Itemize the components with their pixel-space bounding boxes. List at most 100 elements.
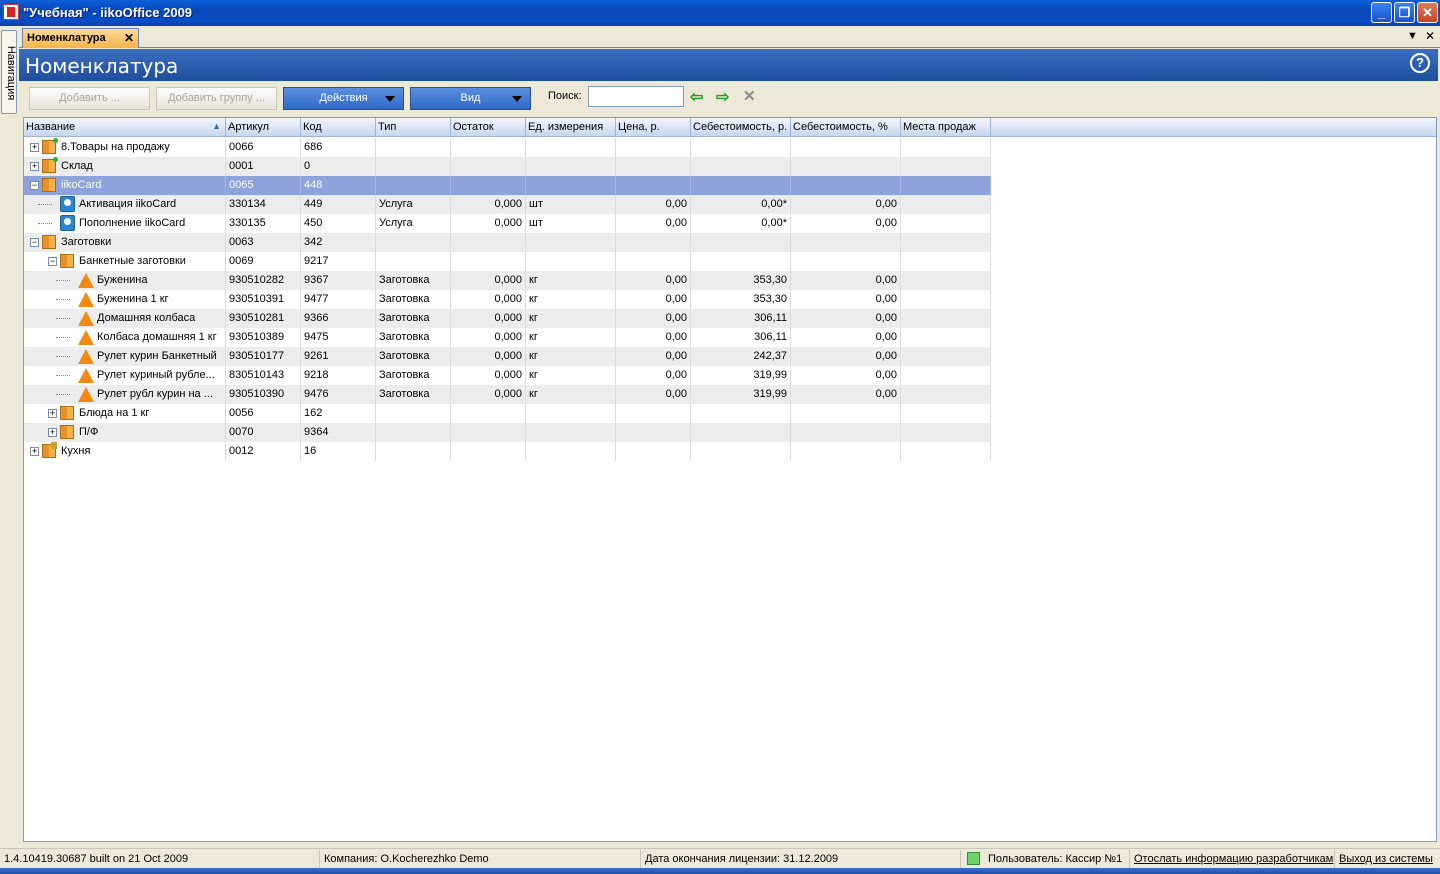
search-input[interactable] <box>588 86 684 107</box>
close-window-button[interactable]: ✕ <box>1417 2 1438 23</box>
collapse-icon[interactable]: − <box>48 257 57 266</box>
license-info: Дата окончания лицензии: 31.12.2009 <box>641 850 961 868</box>
table-row[interactable]: + Кухня 0012 16 <box>24 442 991 461</box>
nomenclature-grid[interactable]: Название ▲ Артикул Код Тип Остаток Ед. измерен… <box>23 117 1437 842</box>
column-header[interactable]: Артикул <box>226 118 301 136</box>
cell-article: 0069 <box>226 252 301 271</box>
app-icon[interactable] <box>3 4 19 20</box>
expand-icon[interactable]: + <box>30 447 39 456</box>
window-title-bar[interactable]: "Учебная" - iikoOffice 2009 _ ❐ ✕ <box>0 0 1440 26</box>
expand-icon[interactable]: + <box>48 428 57 437</box>
table-row[interactable]: Буженина 1 кг 930510391 9477 Заготовка 0,000… <box>24 290 991 309</box>
column-header[interactable]: Код <box>301 118 376 136</box>
help-icon[interactable]: ? <box>1410 53 1430 73</box>
folder-icon <box>42 138 58 154</box>
cell-type <box>376 252 451 271</box>
table-row[interactable]: Домашняя колбаса 930510281 9366 Заготовка 0,… <box>24 309 991 328</box>
logout-link[interactable]: Выход из системы <box>1335 850 1440 868</box>
column-header[interactable]: Себестоимость, % <box>791 118 901 136</box>
cell-stock: 0,000 <box>451 366 526 385</box>
expand-icon[interactable]: + <box>30 162 39 171</box>
column-header[interactable]: Остаток <box>451 118 526 136</box>
column-header[interactable]: Места продаж <box>901 118 991 136</box>
search-next-icon[interactable]: ⇨ <box>716 87 729 107</box>
minimize-button[interactable]: _ <box>1371 2 1392 23</box>
cell-cost-pct: 0,00 <box>791 290 901 309</box>
cell-code: 9475 <box>301 328 376 347</box>
item-name: Рулет рубл курин на ... <box>97 388 213 400</box>
cell-price <box>616 442 691 461</box>
cell-cost <box>691 157 791 176</box>
table-row[interactable]: Буженина 930510282 9367 Заготовка 0,000 кг 0,0… <box>24 271 991 290</box>
cell-article: 930510390 <box>226 385 301 404</box>
table-row[interactable]: + Склад 0001 0 <box>24 157 991 176</box>
item-name: П/Ф <box>79 426 99 438</box>
item-name: Буженина <box>97 274 148 286</box>
cell-cost-pct: 0,00 <box>791 214 901 233</box>
restore-button[interactable]: ❐ <box>1394 2 1415 23</box>
column-header[interactable]: Название ▲ <box>24 118 226 136</box>
cell-unit: кг <box>526 366 616 385</box>
tab-list-dropdown-icon[interactable]: ▼ <box>1407 30 1418 42</box>
clear-search-icon[interactable]: ✕ <box>743 87 756 105</box>
cell-article: 0066 <box>226 138 301 157</box>
table-row[interactable]: Рулет курин Банкетный 930510177 9261 Загото… <box>24 347 991 366</box>
table-row[interactable]: − Заготовки 0063 342 <box>24 233 991 252</box>
item-name: Блюда на 1 кг <box>79 407 150 419</box>
table-row[interactable]: Колбаса домашняя 1 кг 930510389 9475 Загото… <box>24 328 991 347</box>
table-row[interactable]: Активация iikoCard 330134 449 Услуга 0,000 шт… <box>24 195 991 214</box>
tree-connector <box>56 356 70 357</box>
tab-close-icon[interactable]: ✕ <box>124 31 134 45</box>
cell-places <box>901 328 991 347</box>
cell-cost <box>691 233 791 252</box>
cell-unit: кг <box>526 290 616 309</box>
cell-article: 930510177 <box>226 347 301 366</box>
cell-article: 0056 <box>226 404 301 423</box>
table-row[interactable]: +8.Товары на продажу 0066 686 <box>24 138 991 157</box>
navigation-tab[interactable]: Навигация <box>1 30 17 114</box>
semi-finished-product-icon <box>78 330 94 345</box>
table-row[interactable]: Пополнение iikoCard 330135 450 Услуга 0,000 ш… <box>24 214 991 233</box>
send-feedback-link[interactable]: Отослать информацию разработчикам <box>1130 850 1335 868</box>
cell-price <box>616 138 691 157</box>
cell-code: 9477 <box>301 290 376 309</box>
navigation-strip: Навигация <box>0 26 19 872</box>
actions-dropdown[interactable]: Действия <box>283 87 404 110</box>
add-button[interactable]: Добавить ... <box>29 87 150 110</box>
table-row[interactable]: + Блюда на 1 кг 0056 162 <box>24 404 991 423</box>
view-dropdown[interactable]: Вид <box>410 87 531 110</box>
item-name: Заготовки <box>61 236 112 248</box>
cell-places <box>901 385 991 404</box>
column-header[interactable]: Себестоимость, р. <box>691 118 791 136</box>
tab-nomenclature[interactable]: Номенклатура ✕ <box>22 28 139 48</box>
cell-places <box>901 442 991 461</box>
cell-name: − Банкетные заготовки <box>24 252 226 271</box>
column-header[interactable]: Ед. измерения <box>526 118 616 136</box>
search-previous-icon[interactable]: ⇦ <box>690 87 703 107</box>
expand-icon[interactable]: + <box>48 409 57 418</box>
close-document-icon[interactable]: ✕ <box>1425 29 1435 43</box>
column-header[interactable]: Цена, р. <box>616 118 691 136</box>
table-row[interactable]: Рулет куриный рубле... 830510143 9218 Загот… <box>24 366 991 385</box>
collapse-icon[interactable]: − <box>30 181 39 190</box>
table-row[interactable]: Рулет рубл курин на ... 930510390 9476 Заго… <box>24 385 991 404</box>
expand-icon[interactable]: + <box>30 143 39 152</box>
table-row[interactable]: + П/Ф 0070 9364 <box>24 423 991 442</box>
item-name: Пополнение iikoCard <box>79 217 186 229</box>
collapse-icon[interactable]: − <box>30 238 39 247</box>
cell-unit <box>526 176 616 195</box>
cell-name: Рулет курин Банкетный <box>24 347 226 366</box>
cell-article: 0001 <box>226 157 301 176</box>
cell-places <box>901 176 991 195</box>
column-header-label: Ед. измерения <box>528 121 604 133</box>
table-row[interactable]: − Банкетные заготовки 0069 9217 <box>24 252 991 271</box>
view-dropdown-label: Вид <box>460 92 481 104</box>
cell-stock <box>451 442 526 461</box>
semi-finished-product-icon <box>78 292 94 307</box>
add-group-button[interactable]: Добавить группу ... <box>156 87 277 110</box>
table-row[interactable]: − iikoCard 0065 448 <box>24 176 991 195</box>
column-header[interactable]: Тип <box>376 118 451 136</box>
taskbar-edge <box>0 868 1440 874</box>
column-header-label: Себестоимость, р. <box>693 121 788 133</box>
sort-ascending-icon: ▲ <box>212 121 221 131</box>
